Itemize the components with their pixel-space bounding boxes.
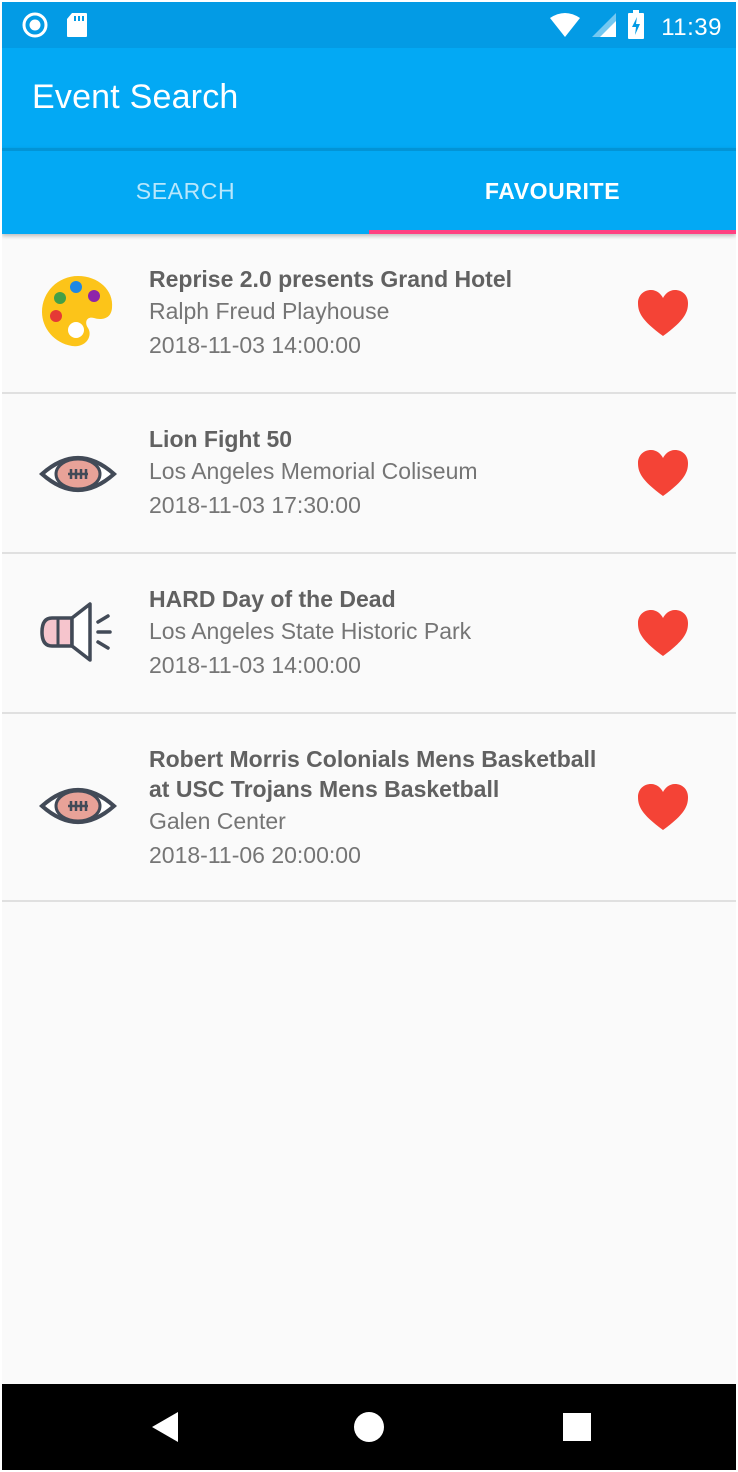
app-title: Event Search — [32, 78, 239, 116]
sd-card-icon — [66, 12, 88, 43]
recents-icon[interactable] — [556, 1406, 598, 1448]
heart-icon[interactable] — [636, 608, 690, 658]
device-screen: 11:39 Event Search SEARCH FAVOURITE Repr… — [2, 2, 736, 1470]
tab-favourite-label: FAVOURITE — [484, 177, 621, 204]
event-date: 2018-11-03 14:00:00 — [149, 332, 361, 358]
event-date: 2018-11-03 14:00:00 — [149, 652, 361, 678]
event-title: Robert Morris Colonials Mens Basketball … — [149, 746, 597, 802]
event-title: HARD Day of the Dead — [149, 586, 396, 612]
wifi-icon — [549, 12, 581, 43]
event-title: Lion Fight 50 — [149, 426, 293, 452]
home-icon[interactable] — [348, 1406, 390, 1448]
heart-icon[interactable] — [636, 288, 690, 338]
favourites-list: Reprise 2.0 presents Grand Hotel Ralph F… — [2, 234, 736, 902]
football-icon — [38, 766, 118, 846]
status-bar: 11:39 — [2, 2, 736, 48]
event-venue: Los Angeles State Historic Park — [149, 618, 472, 644]
palette-icon — [38, 272, 118, 352]
heart-icon[interactable] — [636, 782, 690, 832]
event-date: 2018-11-06 20:00:00 — [149, 842, 361, 868]
tab-search[interactable]: SEARCH — [2, 148, 369, 234]
list-item[interactable]: Reprise 2.0 presents Grand Hotel Ralph F… — [2, 234, 736, 394]
list-item[interactable]: Lion Fight 50 Los Angeles Memorial Colis… — [2, 394, 736, 554]
tab-bar: SEARCH FAVOURITE — [2, 148, 736, 234]
event-venue: Galen Center — [149, 808, 286, 834]
event-title: Reprise 2.0 presents Grand Hotel — [149, 266, 513, 292]
battery-charging-icon — [627, 10, 645, 45]
notification-circle-icon — [22, 12, 48, 43]
cell-signal-icon — [591, 12, 617, 43]
megaphone-icon — [38, 592, 118, 672]
tab-favourite[interactable]: FAVOURITE — [369, 148, 736, 234]
tab-search-label: SEARCH — [135, 177, 236, 204]
event-venue: Ralph Freud Playhouse — [149, 298, 390, 324]
event-venue: Los Angeles Memorial Coliseum — [149, 458, 478, 484]
back-icon[interactable] — [146, 1406, 188, 1448]
status-clock: 11:39 — [661, 13, 722, 41]
list-item[interactable]: Robert Morris Colonials Mens Basketball … — [2, 714, 736, 902]
app-bar: Event Search — [2, 48, 736, 148]
event-date: 2018-11-03 17:30:00 — [149, 492, 361, 518]
football-icon — [38, 434, 118, 514]
heart-icon[interactable] — [636, 448, 690, 498]
system-nav-bar — [2, 1384, 736, 1470]
list-item[interactable]: HARD Day of the Dead Los Angeles State H… — [2, 554, 736, 714]
